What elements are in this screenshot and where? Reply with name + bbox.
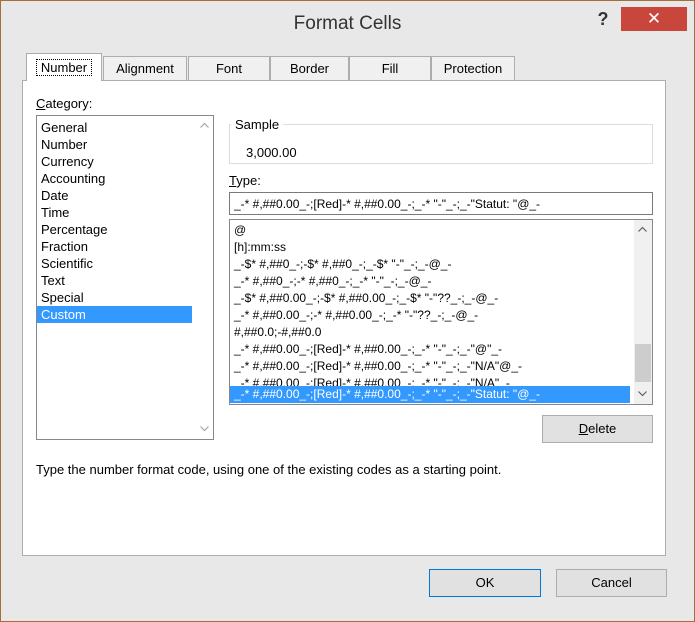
format-item-selected[interactable]: _-* #,##0.00_-;[Red]-* #,##0.00_-;_-* "-… <box>230 386 630 403</box>
ok-button[interactable]: OK <box>429 569 541 597</box>
format-code-list[interactable]: @ [h]:mm:ss _-$* #,##0_-;-$* #,##0_-;_-$… <box>229 219 653 405</box>
chevron-up-icon[interactable] <box>634 221 651 238</box>
tab-number[interactable]: Number <box>26 53 102 81</box>
format-list-scroll-thumb[interactable] <box>635 344 651 382</box>
category-item-fraction[interactable]: Fraction <box>37 238 192 255</box>
category-item-general[interactable]: General <box>37 119 192 136</box>
category-item-number[interactable]: Number <box>37 136 192 153</box>
tab-protection[interactable]: Protection <box>431 56 515 80</box>
chevron-down-icon[interactable] <box>196 421 213 438</box>
format-item[interactable]: _-* #,##0_-;-* #,##0_-;_-* "-"_-;_-@_- <box>230 273 630 290</box>
category-item-special[interactable]: Special <box>37 289 192 306</box>
format-list-scrollbar[interactable] <box>634 220 652 404</box>
help-button[interactable]: ? <box>589 7 617 31</box>
category-item-accounting[interactable]: Accounting <box>37 170 192 187</box>
type-input[interactable] <box>229 192 653 215</box>
tab-fill[interactable]: Fill <box>349 56 431 80</box>
category-scrollbar[interactable] <box>196 116 213 439</box>
format-item[interactable]: [h]:mm:ss <box>230 239 630 256</box>
sample-group: 3,000.00 <box>229 124 653 164</box>
close-button[interactable]: ✕ <box>621 7 687 31</box>
format-item[interactable]: #,##0.0;-#,##0.0 <box>230 324 630 341</box>
tab-alignment[interactable]: Alignment <box>103 56 187 80</box>
format-item[interactable]: _-$* #,##0_-;-$* #,##0_-;_-$* "-"_-;_-@_… <box>230 256 630 273</box>
category-item-date[interactable]: Date <box>37 187 192 204</box>
format-cells-dialog: Format Cells ? ✕ Number Alignment Font B… <box>0 0 695 622</box>
type-label: Type: <box>229 173 261 188</box>
category-item-time[interactable]: Time <box>37 204 192 221</box>
sample-value: 3,000.00 <box>246 145 297 160</box>
category-label: Category: <box>36 96 93 111</box>
format-item[interactable]: _-* #,##0.00_-;-* #,##0.00_-;_-* "-"??_-… <box>230 307 630 324</box>
chevron-up-icon[interactable] <box>196 117 213 134</box>
sample-label: Sample <box>231 117 284 132</box>
delete-button[interactable]: Delete <box>542 415 653 443</box>
format-item[interactable]: _-$* #,##0.00_-;-$* #,##0.00_-;_-$* "-"?… <box>230 290 630 307</box>
category-list[interactable]: General Number Currency Accounting Date … <box>36 115 214 440</box>
category-item-text[interactable]: Text <box>37 272 192 289</box>
format-item[interactable]: _-* #,##0.00_-;[Red]-* #,##0.00_-;_-* "-… <box>230 358 630 375</box>
title-bar[interactable]: Format Cells ? ✕ <box>1 1 694 47</box>
description-text: Type the number format code, using one o… <box>36 462 502 477</box>
number-tab-panel: Category: General Number Currency Accoun… <box>22 80 666 556</box>
cancel-button[interactable]: Cancel <box>556 569 667 597</box>
category-item-custom[interactable]: Custom <box>37 306 192 323</box>
format-item[interactable]: _-* #,##0.00_-;[Red]-* #,##0.00_-;_-* "-… <box>230 341 630 358</box>
close-icon: ✕ <box>646 9 662 28</box>
format-item[interactable]: @ <box>230 222 630 239</box>
category-item-scientific[interactable]: Scientific <box>37 255 192 272</box>
chevron-down-icon[interactable] <box>634 386 651 403</box>
tab-border[interactable]: Border <box>270 56 349 80</box>
category-item-percentage[interactable]: Percentage <box>37 221 192 238</box>
tab-font[interactable]: Font <box>188 56 270 80</box>
category-item-currency[interactable]: Currency <box>37 153 192 170</box>
